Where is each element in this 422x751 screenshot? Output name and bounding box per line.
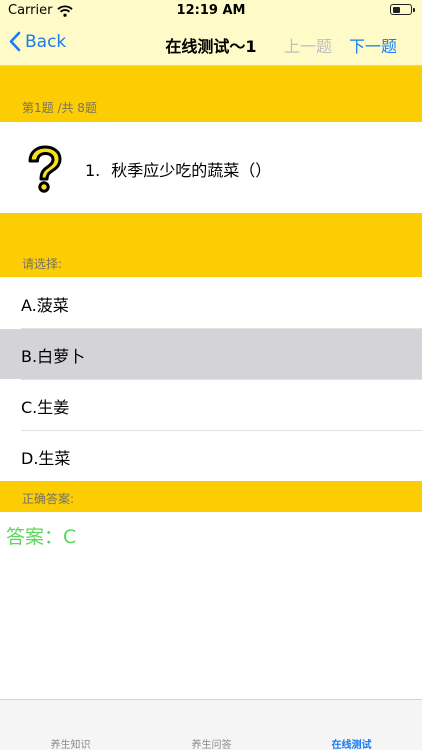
choose-band: 请选择: (0, 213, 422, 277)
correct-answer-band: 正确答案: (0, 481, 422, 512)
option-d[interactable]: D.生菜 (0, 431, 422, 481)
tab-health-qa[interactable]: 养生问答 (141, 736, 282, 751)
question-text: 1. 秋季应少吃的蔬菜（） (85, 157, 271, 181)
back-button-label: Back (25, 31, 67, 52)
option-label: C.生姜 (21, 398, 70, 417)
battery-icon (390, 4, 415, 15)
tab-bar: 养生知识 养生问答 在线测试 (0, 699, 422, 751)
question-body: 秋季应少吃的蔬菜（） (111, 161, 272, 180)
status-time: 12:19 AM (176, 3, 246, 18)
tab-online-test[interactable]: 在线测试 (281, 736, 422, 751)
option-b[interactable]: B.白萝卜 (0, 329, 422, 379)
back-button[interactable]: Back (9, 31, 66, 52)
progress-band: 第1题 /共 8题 (0, 66, 422, 122)
question-number: 1. (85, 161, 101, 180)
battery-level (392, 6, 401, 13)
next-question-button[interactable]: 下一题 (349, 33, 397, 57)
correct-answer-label: 正确答案: (22, 492, 75, 506)
tab-health-knowledge[interactable]: 养生知识 (0, 736, 141, 751)
previous-question-button[interactable]: 上一题 (284, 33, 332, 57)
option-c[interactable]: C.生姜 (0, 380, 422, 430)
answer-text: 答案：C (6, 526, 77, 548)
choose-label: 请选择: (22, 257, 63, 271)
navigation-bar: Back 在线测试～1 上一题 下一题 (0, 22, 422, 66)
option-label: A.菠菜 (21, 296, 69, 315)
question-mark-icon (28, 145, 62, 193)
chevron-left-icon (9, 31, 21, 52)
option-label: D.生菜 (21, 449, 71, 468)
status-bar: Carrier 12:19 AM (0, 0, 422, 22)
option-a[interactable]: A.菠菜 (0, 278, 422, 328)
question-row: 1. 秋季应少吃的蔬菜（） (0, 122, 422, 213)
option-label: B.白萝卜 (21, 347, 86, 366)
question-progress: 第1题 /共 8题 (22, 101, 97, 115)
